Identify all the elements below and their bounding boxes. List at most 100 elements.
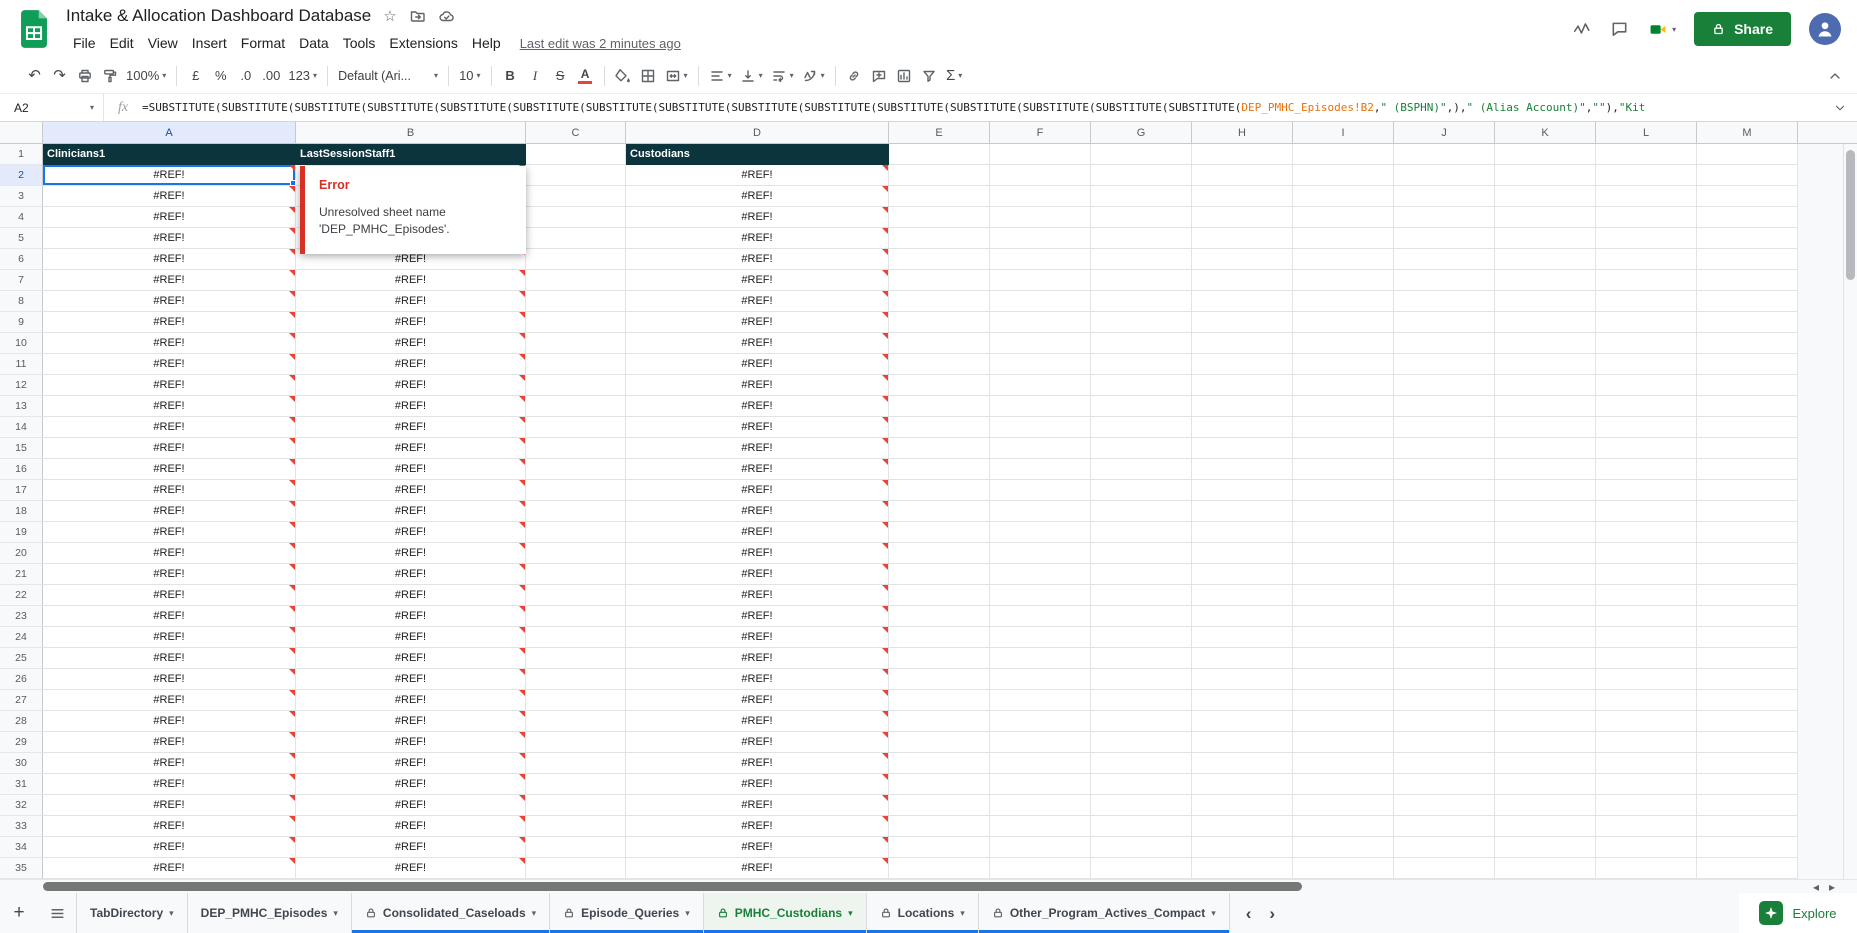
cell-B28[interactable]: #REF! xyxy=(296,711,526,732)
vertical-scrollbar-thumb[interactable] xyxy=(1846,150,1855,280)
cell-H18[interactable] xyxy=(1192,501,1293,522)
increase-decimals-button[interactable]: .00 xyxy=(258,63,284,89)
strikethrough-button[interactable]: S xyxy=(548,63,573,89)
all-sheets-button[interactable] xyxy=(38,893,76,933)
menu-format[interactable]: Format xyxy=(234,33,292,53)
tabs-scroll-right-icon[interactable]: › xyxy=(1269,905,1275,922)
cell-F6[interactable] xyxy=(990,249,1091,270)
cell-I21[interactable] xyxy=(1293,564,1394,585)
cell-L13[interactable] xyxy=(1596,396,1697,417)
cell-L28[interactable] xyxy=(1596,711,1697,732)
cell-B8[interactable]: #REF! xyxy=(296,291,526,312)
cell-J24[interactable] xyxy=(1394,627,1495,648)
cell-A4[interactable]: #REF! xyxy=(43,207,296,228)
cell-E18[interactable] xyxy=(889,501,990,522)
cell-C30[interactable] xyxy=(526,753,626,774)
cell-G33[interactable] xyxy=(1091,816,1192,837)
cell-J29[interactable] xyxy=(1394,732,1495,753)
cell-C15[interactable] xyxy=(526,438,626,459)
cell-H20[interactable] xyxy=(1192,543,1293,564)
cell-L8[interactable] xyxy=(1596,291,1697,312)
zoom-select[interactable]: 100% ▾ xyxy=(122,63,170,89)
cell-F1[interactable] xyxy=(990,144,1091,165)
cell-D3[interactable]: #REF! xyxy=(626,186,889,207)
cell-L19[interactable] xyxy=(1596,522,1697,543)
row-header-6[interactable]: 6 xyxy=(0,249,43,270)
cell-G13[interactable] xyxy=(1091,396,1192,417)
cell-C17[interactable] xyxy=(526,480,626,501)
cell-C32[interactable] xyxy=(526,795,626,816)
cell-K15[interactable] xyxy=(1495,438,1596,459)
cell-G29[interactable] xyxy=(1091,732,1192,753)
cell-H15[interactable] xyxy=(1192,438,1293,459)
cell-L16[interactable] xyxy=(1596,459,1697,480)
cell-K20[interactable] xyxy=(1495,543,1596,564)
cell-A35[interactable]: #REF! xyxy=(43,858,296,879)
cell-K9[interactable] xyxy=(1495,312,1596,333)
cell-E24[interactable] xyxy=(889,627,990,648)
cell-F18[interactable] xyxy=(990,501,1091,522)
cell-D15[interactable]: #REF! xyxy=(626,438,889,459)
cell-D11[interactable]: #REF! xyxy=(626,354,889,375)
cell-G16[interactable] xyxy=(1091,459,1192,480)
cell-E14[interactable] xyxy=(889,417,990,438)
row-header-22[interactable]: 22 xyxy=(0,585,43,606)
column-header-A[interactable]: A xyxy=(43,122,296,144)
formula-input[interactable]: =SUBSTITUTE(SUBSTITUTE(SUBSTITUTE(SUBSTI… xyxy=(142,94,1823,121)
cell-D1[interactable]: Custodians xyxy=(626,144,889,165)
row-header-16[interactable]: 16 xyxy=(0,459,43,480)
cell-B14[interactable]: #REF! xyxy=(296,417,526,438)
cell-H28[interactable] xyxy=(1192,711,1293,732)
row-header-28[interactable]: 28 xyxy=(0,711,43,732)
cell-G5[interactable] xyxy=(1091,228,1192,249)
cell-A11[interactable]: #REF! xyxy=(43,354,296,375)
cell-D22[interactable]: #REF! xyxy=(626,585,889,606)
cell-J30[interactable] xyxy=(1394,753,1495,774)
cell-M19[interactable] xyxy=(1697,522,1798,543)
cell-B30[interactable]: #REF! xyxy=(296,753,526,774)
cell-F15[interactable] xyxy=(990,438,1091,459)
vertical-scrollbar[interactable] xyxy=(1843,144,1857,879)
cell-J15[interactable] xyxy=(1394,438,1495,459)
cell-A25[interactable]: #REF! xyxy=(43,648,296,669)
row-header-4[interactable]: 4 xyxy=(0,207,43,228)
cell-G9[interactable] xyxy=(1091,312,1192,333)
cell-J7[interactable] xyxy=(1394,270,1495,291)
cell-I3[interactable] xyxy=(1293,186,1394,207)
cell-I27[interactable] xyxy=(1293,690,1394,711)
cell-G17[interactable] xyxy=(1091,480,1192,501)
cell-K35[interactable] xyxy=(1495,858,1596,879)
sheets-logo[interactable] xyxy=(14,9,54,49)
cell-K32[interactable] xyxy=(1495,795,1596,816)
cell-D9[interactable]: #REF! xyxy=(626,312,889,333)
row-header-9[interactable]: 9 xyxy=(0,312,43,333)
explore-button[interactable]: Explore xyxy=(1739,893,1857,933)
row-header-35[interactable]: 35 xyxy=(0,858,43,879)
cell-F4[interactable] xyxy=(990,207,1091,228)
bold-button[interactable]: B xyxy=(498,63,523,89)
menu-help[interactable]: Help xyxy=(465,33,508,53)
cell-K11[interactable] xyxy=(1495,354,1596,375)
cell-C1[interactable] xyxy=(526,144,626,165)
cell-I19[interactable] xyxy=(1293,522,1394,543)
cell-C9[interactable] xyxy=(526,312,626,333)
cell-L5[interactable] xyxy=(1596,228,1697,249)
decrease-decimals-button[interactable]: .0 xyxy=(233,63,258,89)
paint-format-button[interactable] xyxy=(97,63,122,89)
cell-L26[interactable] xyxy=(1596,669,1697,690)
cell-K34[interactable] xyxy=(1495,837,1596,858)
insert-chart-button[interactable] xyxy=(892,63,917,89)
merge-cells-button[interactable]: ▾ xyxy=(661,63,692,89)
activity-icon[interactable] xyxy=(1572,20,1592,38)
cell-M2[interactable] xyxy=(1697,165,1798,186)
insert-comment-button[interactable] xyxy=(867,63,892,89)
cell-G24[interactable] xyxy=(1091,627,1192,648)
cell-E7[interactable] xyxy=(889,270,990,291)
cell-F5[interactable] xyxy=(990,228,1091,249)
cell-K8[interactable] xyxy=(1495,291,1596,312)
cell-E5[interactable] xyxy=(889,228,990,249)
cell-C27[interactable] xyxy=(526,690,626,711)
cell-H32[interactable] xyxy=(1192,795,1293,816)
cell-J34[interactable] xyxy=(1394,837,1495,858)
cell-D17[interactable]: #REF! xyxy=(626,480,889,501)
